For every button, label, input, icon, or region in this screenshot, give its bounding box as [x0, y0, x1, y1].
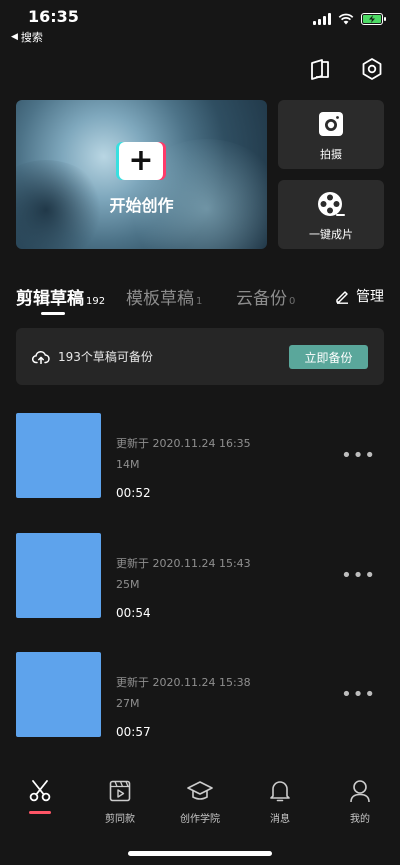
nav-messages[interactable]: 消息	[240, 778, 320, 825]
draft-item[interactable]: 更新于 2020.11.24 15:38 27M 00:57 •••	[16, 652, 384, 742]
wifi-icon	[338, 13, 354, 25]
shoot-label: 拍摄	[320, 148, 342, 161]
scissors-icon	[28, 778, 52, 804]
battery-icon	[361, 13, 386, 25]
draft-item[interactable]: 更新于 2020.11.24 15:43 25M 00:54 •••	[16, 533, 384, 623]
more-options-icon[interactable]: •••	[341, 684, 376, 705]
draft-item[interactable]: 更新于 2020.11.24 16:35 14M 00:52 •••	[16, 413, 384, 503]
cloud-upload-icon	[32, 350, 50, 364]
nav-academy[interactable]: 创作学院	[160, 778, 240, 825]
draft-tabs: 剪辑草稿 192 模板草稿 1 云备份 0 管理	[16, 284, 384, 320]
nav-label: 消息	[270, 814, 290, 825]
more-options-icon[interactable]: •••	[341, 445, 376, 466]
tab-template-drafts[interactable]: 模板草稿 1	[126, 284, 202, 309]
status-icons	[313, 13, 386, 25]
backup-now-button[interactable]: 立即备份	[289, 345, 368, 369]
manage-button[interactable]: 管理	[335, 286, 384, 306]
plus-icon: +	[119, 142, 163, 180]
tab-count: 192	[86, 296, 106, 307]
film-reel-icon	[278, 191, 384, 219]
active-nav-indicator	[29, 811, 51, 814]
back-label: 搜索	[20, 31, 43, 44]
cloud-backup-banner: 193个草稿可备份 立即备份	[16, 328, 384, 385]
draft-size: 14M	[116, 458, 140, 471]
manage-label: 管理	[356, 289, 384, 305]
one-click-film-label: 一键成片	[309, 228, 353, 241]
draft-thumbnail	[16, 533, 101, 618]
edit-icon	[336, 290, 348, 304]
graduation-cap-icon	[187, 778, 213, 804]
shoot-button[interactable]: 拍摄	[278, 100, 384, 169]
draft-thumbnail	[16, 413, 101, 498]
app-screen: 16:35 ◀ 搜索 + 开始创作 拍摄 一键成片 剪辑草稿 192 模板草稿 …	[0, 0, 400, 865]
start-creation-card[interactable]: + 开始创作	[16, 100, 267, 249]
settings-icon[interactable]	[359, 56, 385, 82]
status-bar: 16:35 ◀ 搜索	[0, 0, 400, 46]
nav-edit[interactable]	[0, 778, 80, 804]
draft-thumbnail	[16, 652, 101, 737]
user-icon	[349, 778, 371, 804]
draft-updated-time: 更新于 2020.11.24 16:35	[116, 437, 251, 450]
tab-edit-drafts[interactable]: 剪辑草稿 192	[16, 284, 105, 309]
tab-cloud-backup[interactable]: 云备份 0	[236, 284, 295, 309]
home-indicator	[128, 851, 272, 856]
draft-duration: 00:52	[116, 486, 151, 500]
start-creation-label: 开始创作	[109, 196, 174, 215]
nav-label: 剪同款	[105, 814, 135, 825]
draft-updated-time: 更新于 2020.11.24 15:38	[116, 676, 251, 689]
tab-label: 云备份	[236, 289, 287, 309]
tab-count: 1	[196, 296, 203, 307]
nav-label: 创作学院	[180, 814, 220, 825]
tab-label: 剪辑草稿	[16, 289, 84, 309]
status-time: 16:35	[28, 7, 79, 26]
book-icon[interactable]	[307, 56, 333, 82]
battery-level	[363, 15, 381, 23]
active-tab-indicator	[41, 312, 65, 315]
back-arrow-icon: ◀	[11, 32, 18, 42]
tab-count: 0	[289, 296, 296, 307]
draft-updated-time: 更新于 2020.11.24 15:43	[116, 557, 251, 570]
nav-label: 我的	[350, 814, 370, 825]
nav-templates[interactable]: 剪同款	[80, 778, 160, 825]
bell-icon	[269, 778, 291, 804]
backup-text: 193个草稿可备份	[58, 350, 153, 364]
draft-size: 25M	[116, 578, 140, 591]
draft-duration: 00:54	[116, 606, 151, 620]
tab-label: 模板草稿	[126, 289, 194, 309]
video-template-icon	[108, 778, 132, 804]
draft-duration: 00:57	[116, 725, 151, 739]
nav-profile[interactable]: 我的	[320, 778, 400, 825]
signal-icon	[313, 13, 331, 25]
back-to-search-link[interactable]: ◀ 搜索	[11, 29, 43, 45]
draft-size: 27M	[116, 697, 140, 710]
more-options-icon[interactable]: •••	[341, 565, 376, 586]
one-click-film-button[interactable]: 一键成片	[278, 180, 384, 249]
camera-icon	[278, 111, 384, 137]
